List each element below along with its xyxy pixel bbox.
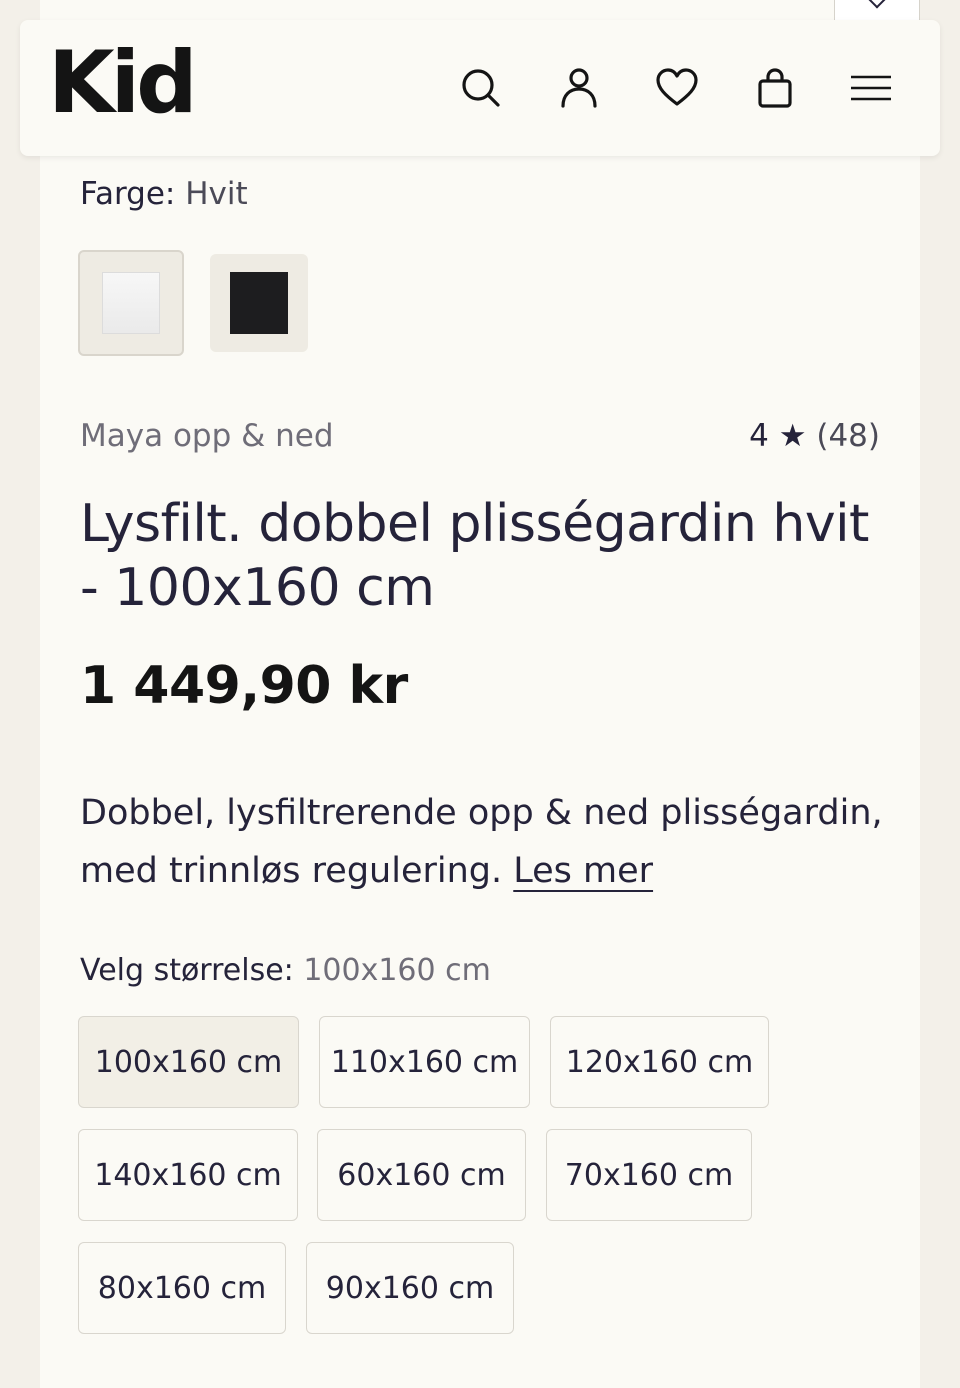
swatch-white-image [102, 272, 160, 334]
read-more-link[interactable]: Les mer [513, 851, 653, 891]
size-option-90x160[interactable]: 90x160 cm [306, 1242, 514, 1334]
size-option-80x160[interactable]: 80x160 cm [78, 1242, 286, 1334]
color-value: Hvit [185, 176, 248, 212]
size-option-120x160[interactable]: 120x160 cm [550, 1016, 769, 1108]
user-icon [561, 68, 597, 108]
search-icon [462, 69, 500, 107]
bag-icon [758, 68, 792, 108]
size-option-140x160[interactable]: 140x160 cm [78, 1129, 298, 1221]
color-label-text: Farge: [80, 176, 176, 212]
product-title: Lysfilt. dobbel plisségardin hvit - 100x… [80, 494, 869, 618]
size-option-60x160[interactable]: 60x160 cm [317, 1129, 526, 1221]
menu-icon [851, 75, 891, 101]
size-label: Velg størrelse: 100x160 cm [80, 952, 491, 990]
rating-value: 4 [749, 418, 769, 454]
brand-name[interactable]: Maya opp & ned [80, 416, 334, 456]
wishlist-button[interactable] [653, 64, 701, 112]
menu-button[interactable] [847, 64, 895, 112]
size-label-text: Velg størrelse: [80, 953, 294, 988]
size-option-70x160[interactable]: 70x160 cm [546, 1129, 752, 1221]
size-option-100x160[interactable]: 100x160 cm [78, 1016, 299, 1108]
size-option-110x160[interactable]: 110x160 cm [319, 1016, 530, 1108]
cart-button[interactable] [751, 64, 799, 112]
product-price: 1 449,90 kr [80, 656, 408, 716]
swatch-black-image [230, 272, 288, 334]
rating[interactable]: 4 ★ (48) [749, 416, 880, 456]
star-icon: ★ [778, 418, 807, 454]
logo[interactable]: Kid [48, 40, 198, 126]
description-text: Dobbel, lysfiltrerende opp & ned plisség… [80, 793, 883, 891]
color-label: Farge: Hvit [80, 176, 248, 212]
account-button[interactable] [555, 64, 603, 112]
search-button[interactable] [457, 64, 505, 112]
swatch-white[interactable] [78, 250, 184, 356]
product-description: Dobbel, lysfiltrerende opp & ned plisség… [80, 784, 900, 900]
rating-count: (48) [816, 418, 880, 454]
swatch-black[interactable] [210, 254, 308, 352]
heart-icon [656, 68, 698, 106]
size-value: 100x160 cm [303, 953, 491, 988]
site-header: Kid [20, 20, 940, 156]
chevron-down-icon [868, 0, 886, 9]
top-dropdown-tab[interactable] [834, 0, 920, 22]
